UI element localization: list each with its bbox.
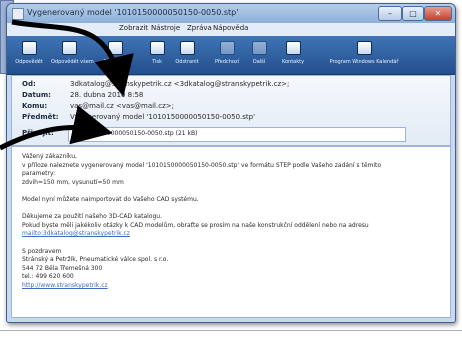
arrow-to-attachment	[0, 105, 113, 151]
annotation-arrows	[0, 19, 134, 151]
arrow-to-date	[11, 19, 134, 97]
divider	[0, 330, 462, 331]
